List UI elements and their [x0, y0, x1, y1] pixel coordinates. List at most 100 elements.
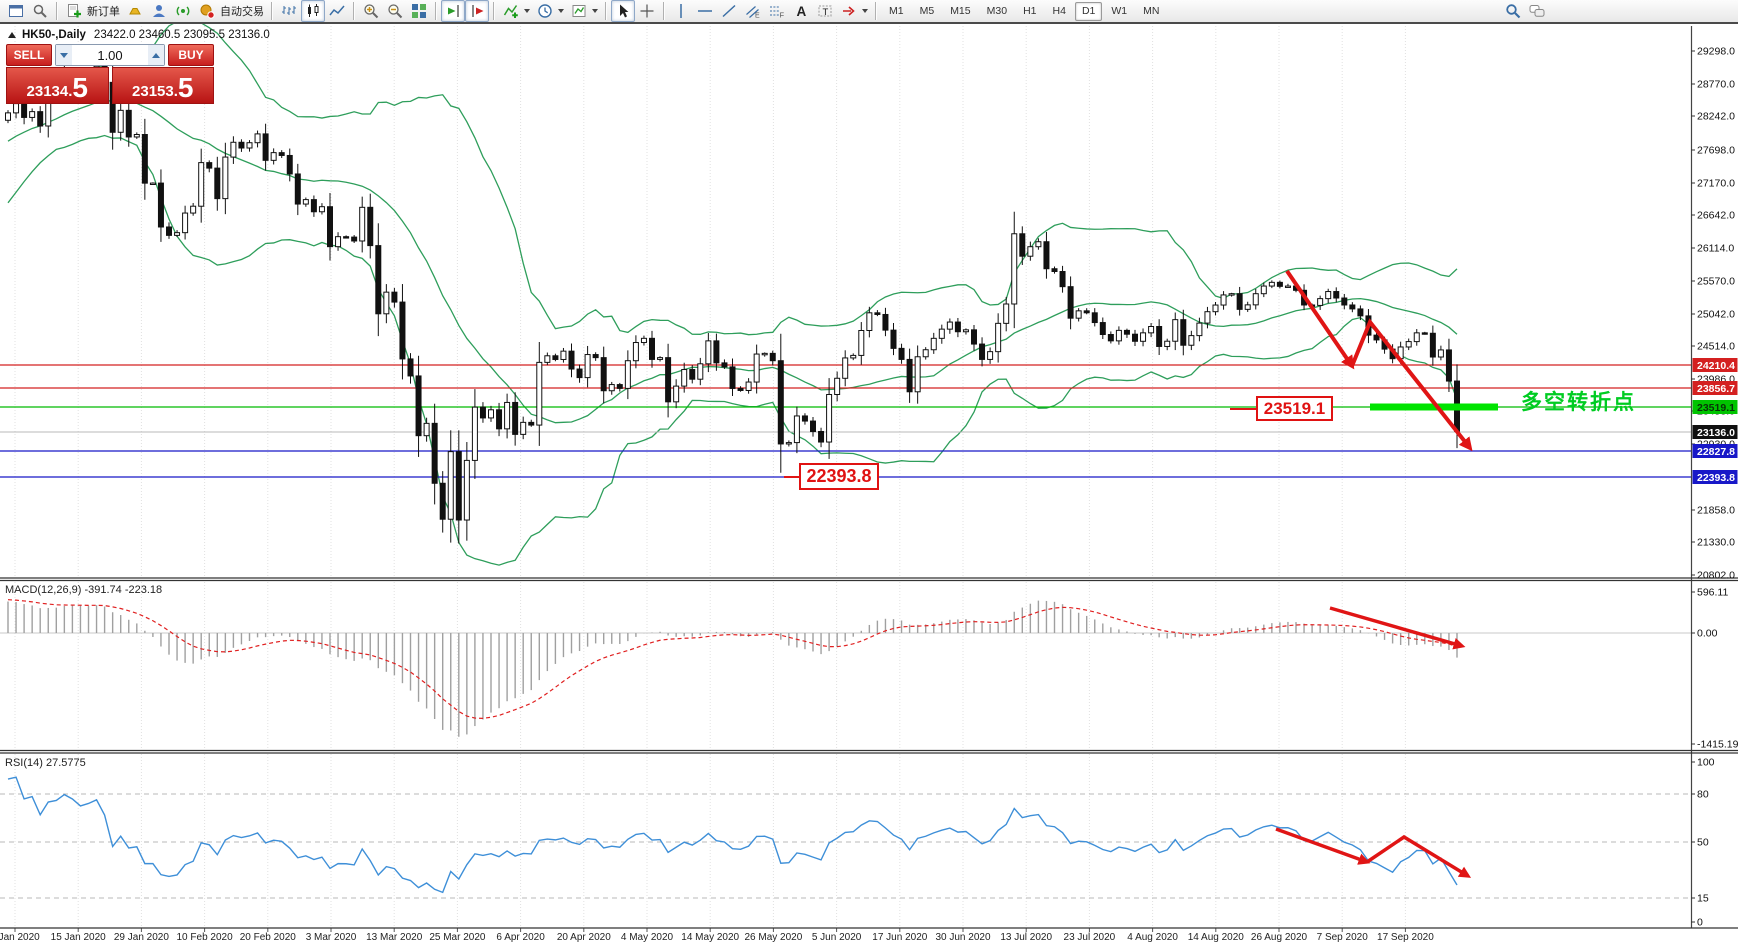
- rsi-trend-arrow-1: [1366, 834, 1472, 878]
- signals-icon[interactable]: [171, 0, 195, 22]
- date-label: 17 Sep 2020: [1377, 932, 1434, 943]
- date-label: 4 Aug 2020: [1127, 932, 1178, 943]
- svg-text:28770.0: 28770.0: [1697, 79, 1735, 91]
- bar-chart-button[interactable]: [277, 0, 301, 22]
- price-flag-22827.8: 22827.8: [1697, 446, 1735, 458]
- text-button[interactable]: [789, 0, 813, 22]
- auto-trading-button[interactable]: [195, 0, 219, 22]
- buy-price-main: 23153.: [132, 83, 178, 100]
- svg-text:25042.0: 25042.0: [1697, 309, 1735, 321]
- drawn-annotations[interactable]: [784, 269, 1498, 878]
- profile-icon[interactable]: [147, 0, 171, 22]
- timeframe-button-M1[interactable]: M1: [882, 2, 911, 21]
- date-label: 17 Jun 2020: [872, 932, 927, 943]
- volume-increase-button[interactable]: [148, 45, 164, 65]
- timeframe-button-M15[interactable]: M15: [943, 2, 977, 21]
- level-annotation-23519[interactable]: 23519.1: [1256, 396, 1333, 421]
- tile-windows-button[interactable]: [407, 0, 431, 22]
- buy-price[interactable]: 23153. 5: [111, 67, 214, 104]
- date-label: 20 Feb 2020: [240, 932, 297, 943]
- indicators-button[interactable]: [499, 0, 523, 22]
- one-click-trading-panel: SELL BUY 23134.5 23153.5: [6, 44, 214, 104]
- charts-window-icon[interactable]: [4, 0, 28, 22]
- svg-text:27698.0: 27698.0: [1697, 145, 1735, 157]
- svg-text:0.00: 0.00: [1697, 628, 1718, 640]
- trendline-button[interactable]: [717, 0, 741, 22]
- gold-badge-icon[interactable]: [123, 0, 147, 22]
- templates-button-dropdown-icon[interactable]: [592, 9, 598, 13]
- timeframe-button-D1[interactable]: D1: [1074, 1, 1103, 21]
- vertical-line-button[interactable]: [669, 0, 693, 22]
- sell-price[interactable]: 23134. 5: [6, 67, 109, 104]
- toolbar-separator: [875, 2, 877, 20]
- macd-indicator-label: MACD(12,26,9) -391.74 -223.18: [5, 584, 163, 596]
- toolbar-separator: [271, 2, 273, 20]
- date-label: 13 Mar 2020: [366, 932, 423, 943]
- svg-text:26114.0: 26114.0: [1697, 243, 1734, 255]
- equidistant-channel-button[interactable]: [741, 0, 765, 22]
- auto-trading-button-label[interactable]: 自动交易: [220, 3, 264, 19]
- volume-spinner: [55, 44, 165, 66]
- symbol-period-label: HK50-,Daily: [22, 29, 86, 41]
- timeframe-button-M5[interactable]: M5: [913, 2, 942, 21]
- svg-text:-1415.19: -1415.19: [1697, 739, 1738, 751]
- horizontal-line-button[interactable]: [693, 0, 717, 22]
- caret-down-icon: [60, 52, 68, 58]
- date-label: 30 Jun 2020: [935, 932, 990, 943]
- svg-text:0: 0: [1697, 917, 1703, 929]
- date-label: 23 Jul 2020: [1064, 932, 1116, 943]
- sell-price-main: 23134.: [26, 83, 73, 100]
- volume-decrease-button[interactable]: [56, 45, 72, 65]
- new-order-button-label[interactable]: 新订单: [87, 3, 120, 19]
- arrows-button[interactable]: [837, 0, 861, 22]
- date-label: 7 Sep 2020: [1317, 932, 1369, 943]
- periods-button[interactable]: [533, 0, 557, 22]
- macd-trend-arrow-0: [1329, 606, 1466, 650]
- date-label: 15 Jan 2020: [51, 932, 106, 943]
- rsi-indicator-label: RSI(14) 27.5775: [5, 757, 86, 769]
- chart-title: HK50-,Daily 23422.0 23460.5 23095.5 2313…: [8, 29, 270, 41]
- toolbar-separator: [493, 2, 495, 20]
- periods-button-dropdown-icon[interactable]: [558, 9, 564, 13]
- crosshair-button[interactable]: [635, 0, 659, 22]
- timeframe-button-MN[interactable]: MN: [1136, 2, 1166, 21]
- svg-text:15: 15: [1697, 893, 1709, 905]
- buy-button[interactable]: BUY: [168, 44, 214, 66]
- chat-button[interactable]: [1525, 0, 1549, 22]
- reversal-point-note[interactable]: 多空转折点: [1521, 386, 1636, 416]
- macd-signal-line: [7, 599, 1458, 719]
- fibonacci-button[interactable]: [765, 0, 789, 22]
- line-chart-button[interactable]: [325, 0, 349, 22]
- toolbar-separator: [56, 2, 58, 20]
- indicators-button-dropdown-icon[interactable]: [524, 9, 530, 13]
- sell-button[interactable]: SELL: [6, 44, 52, 66]
- new-order-button[interactable]: [62, 0, 86, 22]
- volume-input[interactable]: [72, 46, 148, 64]
- chart-shift-button[interactable]: [465, 0, 489, 22]
- collapse-icon[interactable]: [8, 32, 16, 38]
- timeframe-button-H4[interactable]: H4: [1046, 2, 1073, 21]
- main-toolbar: 新订单 自动交易 M1 M5 M15 M30 H1 H4 D1 W1 MN: [0, 0, 1738, 24]
- timeframe-button-M30[interactable]: M30: [980, 2, 1014, 21]
- timeframe-button-H1[interactable]: H1: [1016, 2, 1043, 21]
- toolbar-separator: [435, 2, 437, 20]
- candles: [5, 60, 1460, 544]
- search-button[interactable]: [1501, 0, 1525, 22]
- arrows-button-dropdown-icon[interactable]: [862, 9, 868, 13]
- text-label-button[interactable]: [813, 0, 837, 22]
- date-label: 29 Jan 2020: [114, 932, 169, 943]
- zoom-out-button[interactable]: [383, 0, 407, 22]
- ohlc-values: 23422.0 23460.5 23095.5 23136.0: [93, 29, 270, 41]
- cursor-button[interactable]: [611, 0, 635, 22]
- timeframe-button-W1[interactable]: W1: [1104, 2, 1134, 21]
- zoom-in-button[interactable]: [359, 0, 383, 22]
- candlestick-chart-button[interactable]: [301, 0, 325, 22]
- auto-scroll-button[interactable]: [441, 0, 465, 22]
- date-label: 14 May 2020: [681, 932, 739, 943]
- level-annotation-22393[interactable]: 22393.8: [799, 463, 879, 490]
- buy-price-pips: 5: [177, 72, 194, 103]
- data-window-icon[interactable]: [28, 0, 52, 22]
- templates-button[interactable]: [567, 0, 591, 22]
- svg-text:50: 50: [1697, 837, 1709, 849]
- date-label: 10 Feb 2020: [177, 932, 234, 943]
